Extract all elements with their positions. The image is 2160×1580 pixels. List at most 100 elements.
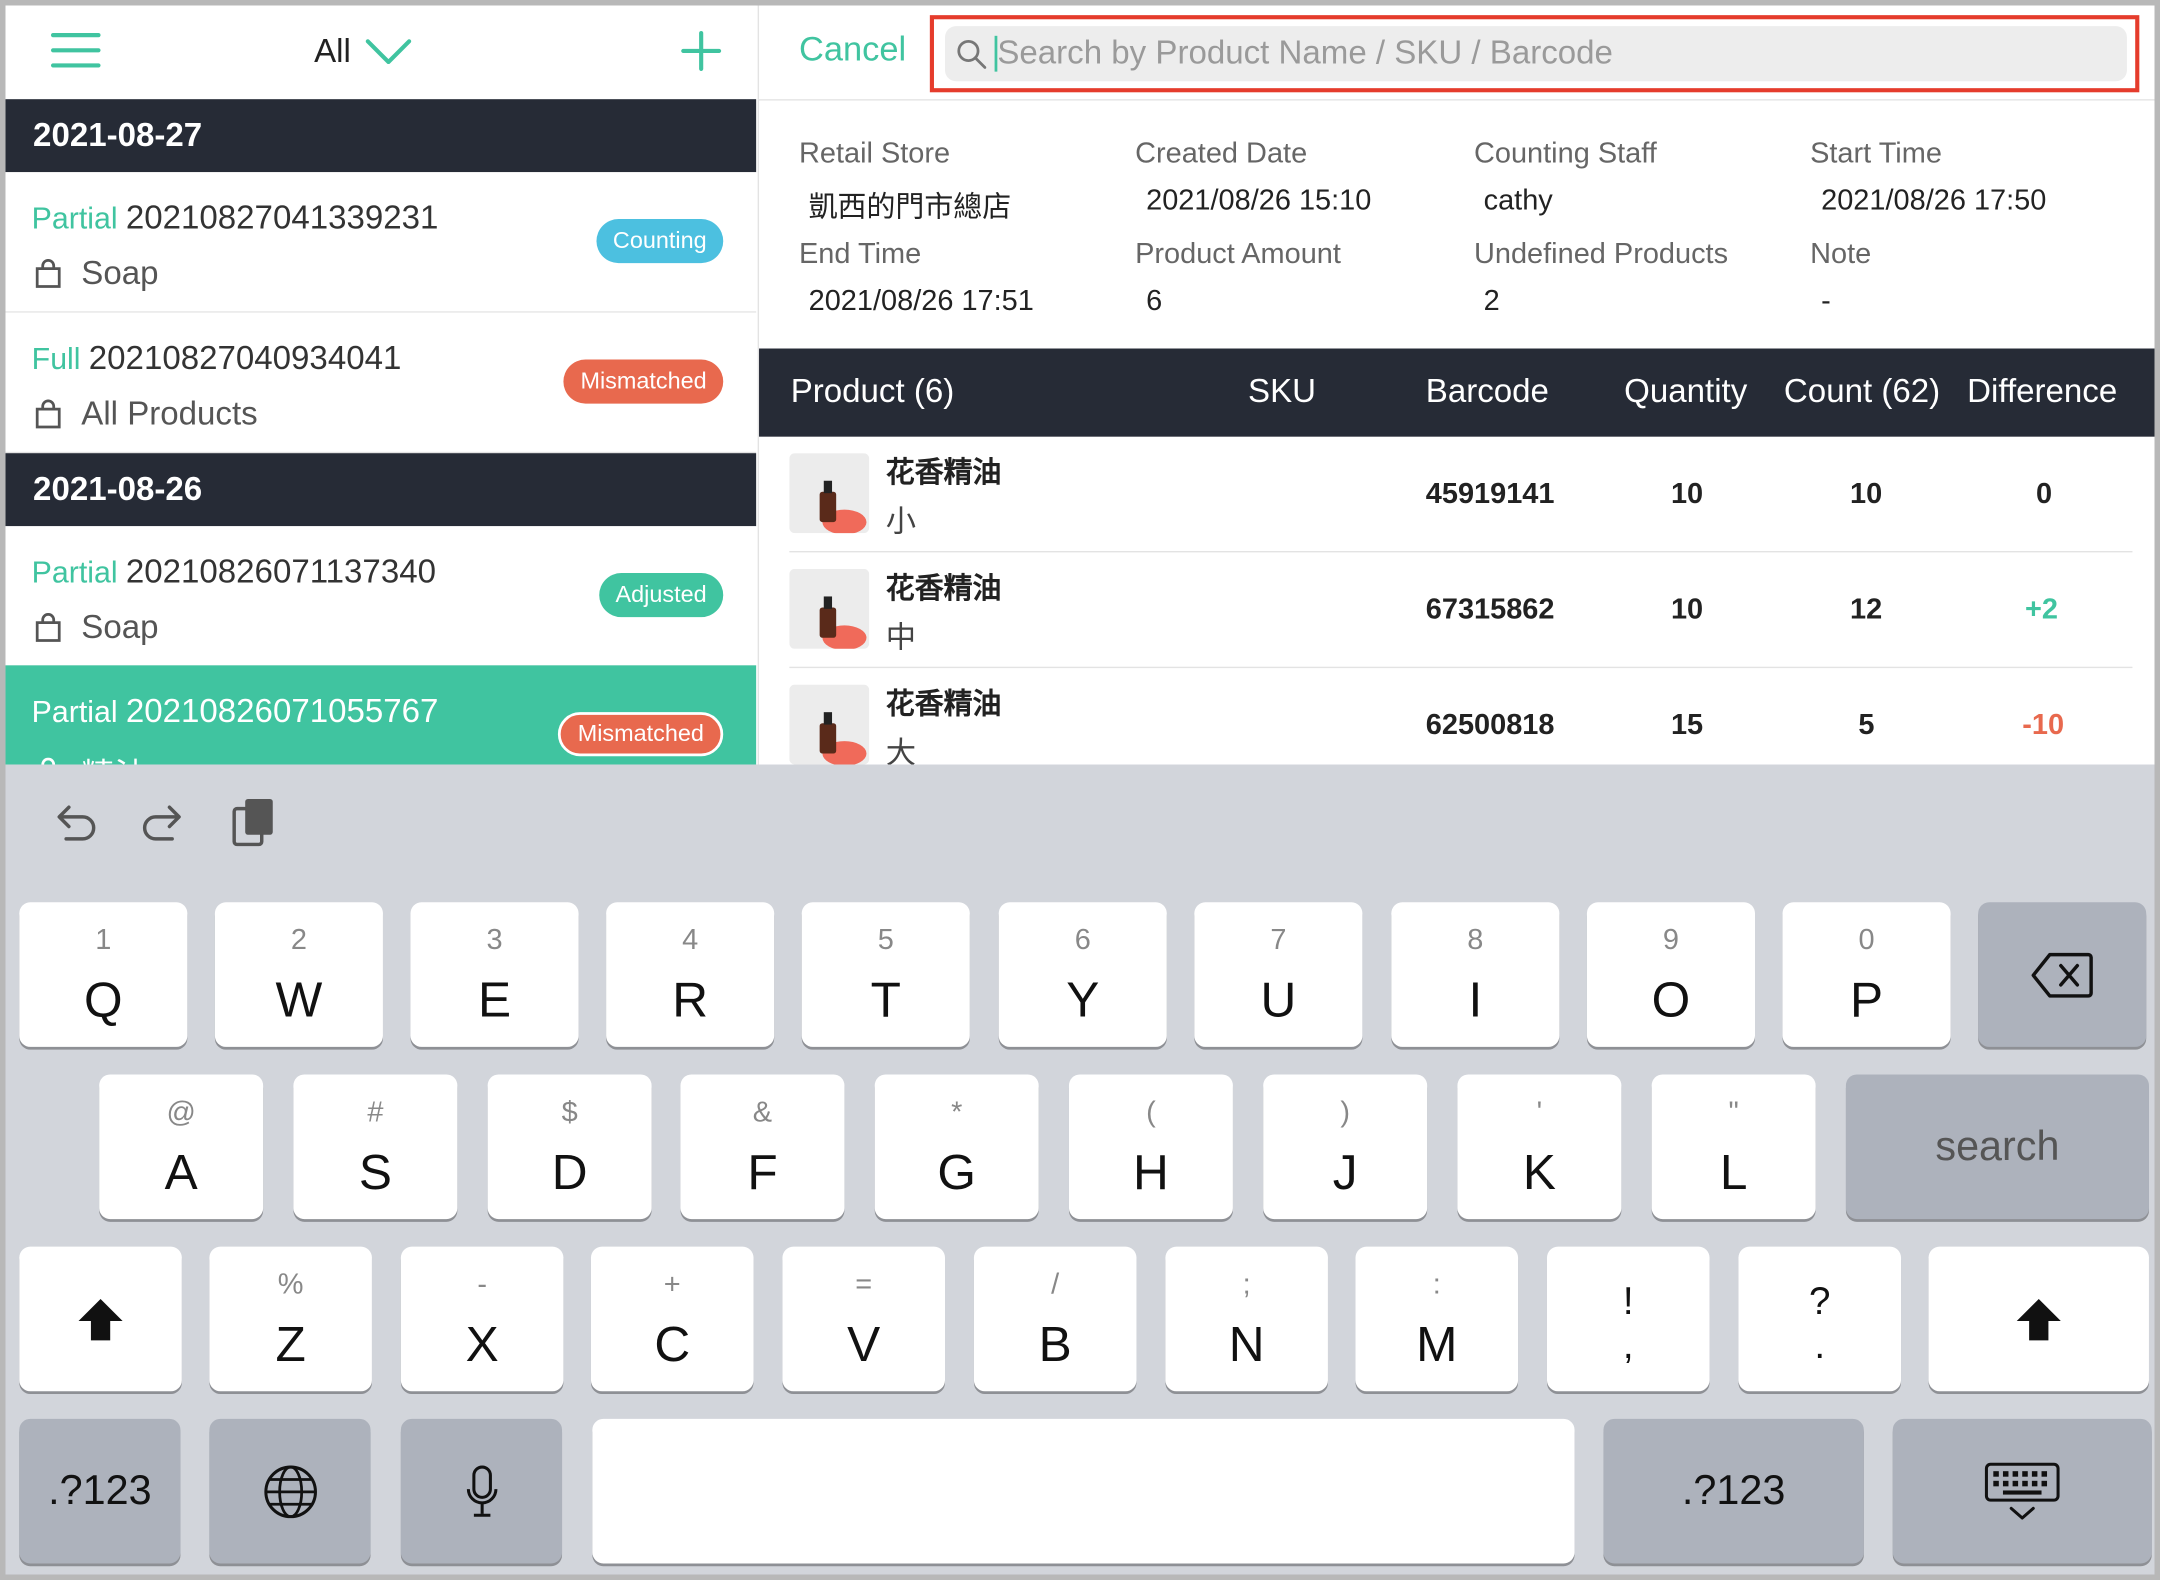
filter-label: All	[314, 33, 351, 71]
numbers-key-left[interactable]: .?123	[19, 1418, 181, 1564]
key-y[interactable]: 6Y	[998, 902, 1167, 1047]
key-r[interactable]: 4R	[606, 902, 775, 1047]
stocktake-scope: All Products	[81, 395, 258, 433]
chevron-down-icon	[365, 39, 411, 65]
note-value: -	[1821, 285, 1831, 317]
count-type: Partial	[31, 555, 118, 590]
key-a[interactable]: @ A	[99, 1074, 264, 1220]
counting-staff-label: Counting Staff	[1473, 137, 1657, 170]
space-key[interactable]	[592, 1418, 1575, 1564]
barcode-cell: 45919141	[1425, 477, 1555, 510]
col-product: Product (6)	[790, 373, 955, 411]
paste-icon[interactable]	[230, 795, 277, 850]
barcode-cell: 62500818	[1425, 709, 1555, 742]
difference-cell: -10	[2022, 709, 2065, 742]
key-q[interactable]: 1Q	[19, 902, 188, 1047]
cancel-button[interactable]: Cancel	[799, 30, 906, 70]
stocktake-list-item[interactable]: Full 20210827040934041 All Products Misma…	[5, 312, 757, 454]
key-i[interactable]: 8I	[1391, 902, 1560, 1047]
col-count: Count (62)	[1783, 373, 1941, 411]
col-difference: Difference	[1967, 373, 2118, 411]
key-s[interactable]: # S	[293, 1074, 458, 1220]
key-o[interactable]: 9O	[1586, 902, 1755, 1047]
key-t[interactable]: 5T	[801, 902, 970, 1047]
count-cell: 5	[1858, 709, 1875, 742]
key-exclaim-comma[interactable]: !,	[1546, 1246, 1710, 1392]
product-thumbnail	[789, 568, 870, 649]
undefined-products-label: Undefined Products	[1473, 238, 1729, 270]
shopping-bag-icon	[35, 613, 61, 642]
backspace-key[interactable]	[1978, 902, 2147, 1047]
stocktake-list-item[interactable]: Partial 20210827041339231 Soap Counting	[5, 172, 757, 313]
key-n[interactable]: ; N	[1165, 1246, 1328, 1392]
shift-key-right[interactable]	[1928, 1246, 2149, 1392]
globe-icon	[263, 1464, 317, 1518]
product-table-header: Product (6) SKU Barcode Quantity Count (…	[759, 348, 2155, 437]
key-g[interactable]: * G	[874, 1074, 1039, 1220]
quantity-cell: 10	[1670, 593, 1704, 626]
key-l[interactable]: " L	[1651, 1074, 1816, 1220]
stocktake-list-item[interactable]: Partial 20210826071137340 Soap Adjusted	[5, 526, 757, 667]
key-u[interactable]: 7U	[1194, 902, 1363, 1047]
product-variant: 小	[885, 504, 917, 539]
quantity-cell: 15	[1670, 709, 1704, 742]
keyboard-dismiss-icon	[1984, 1462, 2060, 1519]
product-thumbnail	[789, 453, 870, 534]
status-badge: Mismatched	[563, 359, 724, 404]
stocktake-list-item-selected[interactable]: Partial20210826071055767 精油 Mismatched	[5, 665, 757, 765]
microphone-icon	[466, 1464, 497, 1517]
key-c[interactable]: + C	[590, 1246, 754, 1392]
counting-staff-value: cathy	[1483, 184, 1553, 217]
end-time-label: End Time	[798, 238, 922, 270]
list-toolbar: All	[5, 5, 757, 100]
stocktake-id: 20210827040934041	[88, 340, 402, 378]
count-type: Partial	[31, 694, 118, 729]
shift-key-left[interactable]	[19, 1246, 182, 1392]
table-row[interactable]: 花香精油 小 45919141 10 10 0	[789, 437, 2133, 553]
language-key[interactable]	[209, 1418, 371, 1564]
product-variant: 中	[885, 619, 917, 655]
key-x[interactable]: -X	[400, 1246, 564, 1392]
key-b[interactable]: / B	[973, 1246, 1137, 1392]
stocktake-scope: 精油	[81, 748, 147, 765]
key-h[interactable]: (H	[1068, 1074, 1233, 1220]
key-d[interactable]: $ D	[487, 1074, 652, 1220]
add-icon[interactable]	[681, 30, 722, 71]
search-key[interactable]: search	[1845, 1074, 2149, 1220]
search-bar[interactable]	[944, 26, 2127, 82]
product-name: 花香精油	[885, 688, 1002, 721]
stocktake-id: 20210827041339231	[125, 199, 439, 237]
key-question-period[interactable]: ?.	[1738, 1246, 1902, 1392]
stocktake-scope: Soap	[81, 608, 159, 647]
key-j[interactable]: ) J	[1263, 1074, 1428, 1220]
table-row[interactable]: 花香精油 中 67315862 10 12 +2	[789, 552, 2133, 669]
retail-store-value: 凱西的門市總店	[808, 191, 1012, 224]
dictation-key[interactable]	[400, 1418, 563, 1564]
status-filter-dropdown[interactable]: All	[314, 28, 411, 78]
key-f[interactable]: & F	[680, 1074, 845, 1220]
table-row[interactable]: 花香精油 大 62500818 15 5 -10	[789, 668, 2132, 765]
key-p[interactable]: 0P	[1782, 902, 1951, 1047]
key-e[interactable]: 3E	[410, 902, 579, 1047]
hide-keyboard-key[interactable]	[1892, 1418, 2152, 1564]
key-v[interactable]: = V	[782, 1246, 945, 1392]
status-badge: Mismatched	[558, 712, 724, 757]
shopping-bag-icon	[41, 757, 56, 765]
product-amount-value: 6	[1146, 285, 1163, 317]
end-time-value: 2021/08/26 17:51	[808, 285, 1034, 317]
key-m[interactable]: :M	[1355, 1246, 1519, 1392]
search-input[interactable]	[997, 26, 2100, 82]
created-date-label: Created Date	[1135, 137, 1308, 170]
numbers-key-right[interactable]: .?123	[1603, 1418, 1864, 1564]
start-time-label: Start Time	[1810, 137, 1942, 170]
retail-store-label: Retail Store	[798, 137, 951, 170]
redo-icon[interactable]	[139, 798, 189, 848]
undo-icon[interactable]	[50, 798, 100, 848]
product-variant: 大	[885, 735, 917, 765]
key-z[interactable]: % Z	[209, 1246, 372, 1392]
product-name: 花香精油	[885, 573, 1002, 605]
key-w[interactable]: 2W	[214, 902, 383, 1047]
key-k[interactable]: ' K	[1457, 1074, 1622, 1220]
difference-cell: +2	[2024, 593, 2058, 626]
hamburger-menu-icon[interactable]	[50, 33, 101, 69]
